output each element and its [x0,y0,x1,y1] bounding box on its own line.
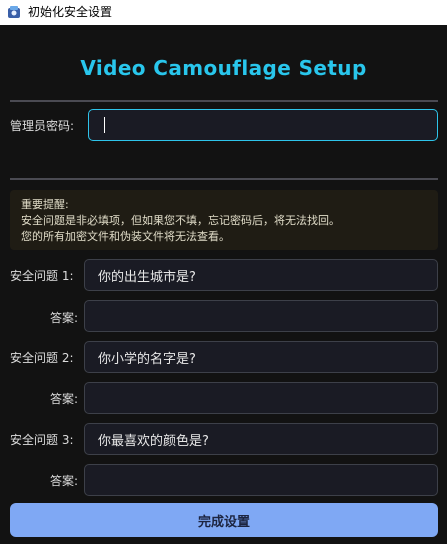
admin-password-label: 管理员密码: [10,119,75,133]
admin-password-input[interactable] [88,109,438,141]
window-title: 初始化安全设置 [28,5,113,19]
video-camouflage-app-icon [8,6,20,18]
question-3-value: 你最喜欢的颜色是? [98,433,209,449]
question-3-label: 安全问题 3: [10,433,74,447]
notice-line-1: 安全问题是非必填项，但如果您不填，忘记密码后，将无法找回。 [21,214,340,227]
page-title: Video Camouflage Setup [80,56,367,80]
question-1-value: 你的出生城市是? [98,269,196,285]
question-1-label: 安全问题 1: [10,269,74,283]
finish-setup-button[interactable]: 完成设置 [10,503,438,537]
question-1-select[interactable]: 你的出生城市是? [84,259,438,291]
answer-1-label: 答案: [49,311,78,325]
notice-title: 重要提醒: [21,198,69,211]
title-bar: 初始化安全设置 [0,0,447,25]
question-2-label: 安全问题 2: [10,351,74,365]
answer-2-input[interactable] [84,382,438,414]
notice-line-2: 您的所有加密文件和伪装文件将无法查看。 [21,230,230,243]
answer-3-label: 答案: [49,474,78,488]
answer-1-input[interactable] [84,300,438,332]
answer-3-input[interactable] [84,464,438,496]
question-2-select[interactable]: 你小学的名字是? [84,341,438,373]
text-caret [104,117,105,133]
question-3-select[interactable]: 你最喜欢的颜色是? [84,423,438,455]
answer-2-label: 答案: [49,392,78,406]
warning-notice: 重要提醒: 安全问题是非必填项，但如果您不填，忘记密码后，将无法找回。 您的所有… [10,190,438,250]
divider-middle [10,178,438,180]
divider-top [10,100,438,102]
question-2-value: 你小学的名字是? [98,351,196,367]
